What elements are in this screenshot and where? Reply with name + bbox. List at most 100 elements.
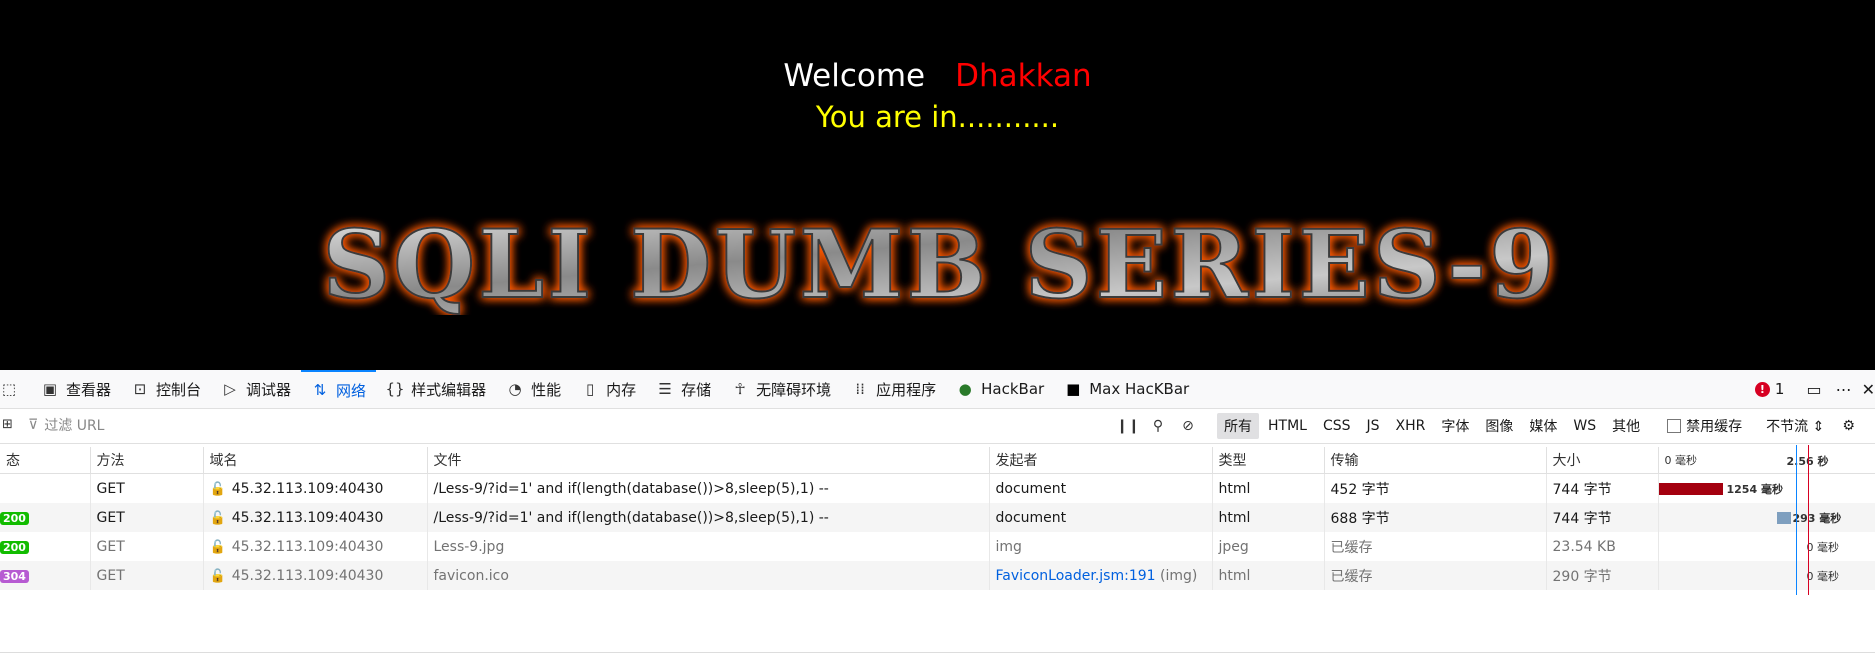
initiator-cell: FaviconLoader.jsm:191 (img) bbox=[989, 561, 1213, 590]
tab-console[interactable]: ⊡ 控制台 bbox=[121, 370, 211, 408]
status-badge: 304 bbox=[0, 569, 29, 583]
filter-fonts[interactable]: 字体 bbox=[1434, 413, 1476, 439]
filter-js[interactable]: JS bbox=[1360, 415, 1387, 437]
type-cell: html bbox=[1212, 561, 1325, 590]
filter-css[interactable]: CSS bbox=[1316, 415, 1358, 437]
waterfall-cell: 0 毫秒 bbox=[1658, 532, 1875, 561]
welcome-text: Welcome bbox=[783, 58, 926, 94]
checkbox-icon bbox=[1667, 419, 1682, 433]
col-size[interactable]: 大小 bbox=[1546, 447, 1659, 474]
error-count-badge[interactable]: ! 1 bbox=[1754, 380, 1784, 398]
tab-max-hackbar[interactable]: ■ Max HacKBar bbox=[1054, 370, 1199, 408]
tab-performance[interactable]: ◔ 性能 bbox=[496, 370, 571, 408]
status-bar-divider bbox=[0, 652, 1875, 653]
table-header: 态 方法 域名 文件 发起者 类型 传输 大小 0 毫秒 2.56 秒 bbox=[0, 447, 1875, 474]
tab-debugger[interactable]: ▷ 调试器 bbox=[211, 370, 301, 408]
timing-bar bbox=[1776, 512, 1791, 524]
domain-cell: 🔓 45.32.113.109:40430 bbox=[203, 532, 428, 561]
timing-label: 293 毫秒 bbox=[1792, 512, 1842, 525]
col-method[interactable]: 方法 bbox=[90, 447, 204, 474]
insecure-lock-icon: 🔓 bbox=[209, 481, 226, 497]
transfer-cell: 已缓存 bbox=[1324, 532, 1547, 561]
tab-memory[interactable]: ▯ 内存 bbox=[571, 370, 646, 408]
filter-icon: ⊽ bbox=[28, 417, 39, 433]
method-cell: GET bbox=[90, 503, 204, 532]
size-cell: 290 字节 bbox=[1546, 561, 1659, 590]
filter-other[interactable]: 其他 bbox=[1605, 413, 1647, 439]
file-cell: /Less-9/?id=1' and if(length(database())… bbox=[427, 473, 990, 503]
tab-accessibility[interactable]: ☥ 无障碍环境 bbox=[721, 370, 841, 408]
performance-icon: ◔ bbox=[508, 380, 522, 398]
filter-xhr[interactable]: XHR bbox=[1389, 415, 1433, 437]
timing-bar bbox=[1658, 483, 1723, 495]
search-icon[interactable]: ⚲ bbox=[1143, 418, 1173, 434]
filter-url-input[interactable]: ⊽ 过滤 URL bbox=[28, 415, 104, 435]
timing-label: 0 毫秒 bbox=[1806, 570, 1840, 583]
col-initiator[interactable]: 发起者 bbox=[989, 447, 1213, 474]
timing-label: 1254 毫秒 bbox=[1726, 483, 1783, 496]
tab-inspector[interactable]: ▣ 查看器 bbox=[31, 370, 121, 408]
file-cell: Less-9.jpg bbox=[427, 532, 990, 561]
initiator-link[interactable]: FaviconLoader.jsm:191 bbox=[996, 568, 1156, 584]
filter-media[interactable]: 媒体 bbox=[1522, 413, 1564, 439]
col-file[interactable]: 文件 bbox=[427, 447, 990, 474]
tab-storage[interactable]: ☰ 存储 bbox=[646, 370, 721, 408]
status-badge: 200 bbox=[0, 511, 29, 525]
tab-hackbar[interactable]: ● HackBar bbox=[946, 370, 1054, 408]
page-content: Welcome Dhakkan You are in........... SQL… bbox=[0, 0, 1875, 370]
col-waterfall[interactable]: 0 毫秒 2.56 秒 bbox=[1658, 447, 1875, 474]
initiator-cell: document bbox=[989, 503, 1213, 532]
clear-requests-icon[interactable]: ⊞ bbox=[2, 417, 13, 432]
memory-icon: ▯ bbox=[585, 380, 595, 398]
domain-cell: 🔓 45.32.113.109:40430 bbox=[203, 561, 428, 590]
tab-application[interactable]: ⁞⁞ 应用程序 bbox=[841, 370, 946, 408]
col-domain[interactable]: 域名 bbox=[203, 447, 428, 474]
waterfall-cell: 293 毫秒 bbox=[1658, 503, 1875, 532]
more-options-icon[interactable]: ⋯ bbox=[1836, 380, 1852, 399]
filter-all[interactable]: 所有 bbox=[1217, 413, 1259, 439]
domain-cell: 🔓 45.32.113.109:40430 bbox=[203, 473, 428, 503]
domain-cell: 🔓 45.32.113.109:40430 bbox=[203, 503, 428, 532]
username-text: Dhakkan bbox=[955, 58, 1092, 94]
tab-network[interactable]: ⇅ 网络 bbox=[301, 370, 377, 408]
waterfall-start-label: 0 毫秒 bbox=[1664, 454, 1698, 467]
table-row[interactable]: 304 GET 🔓 45.32.113.109:40430 favicon.ico… bbox=[0, 561, 1875, 590]
transfer-cell: 688 字节 bbox=[1324, 503, 1547, 532]
pause-icon[interactable]: ❙❙ bbox=[1113, 418, 1143, 434]
dom-content-loaded-marker bbox=[1796, 445, 1797, 595]
banner-text: SQLI DUMB SERIES-9 bbox=[322, 215, 1557, 315]
block-icon[interactable]: ⊘ bbox=[1173, 418, 1203, 434]
type-cell: html bbox=[1212, 503, 1325, 532]
filter-html[interactable]: HTML bbox=[1261, 415, 1314, 437]
method-cell: GET bbox=[90, 561, 204, 590]
method-cell: GET bbox=[90, 532, 204, 561]
throttle-select[interactable]: 不节流 ⇕ bbox=[1766, 416, 1824, 436]
waterfall-cell: 0 毫秒 bbox=[1658, 561, 1875, 590]
type-cell: jpeg bbox=[1212, 532, 1325, 561]
filter-ws[interactable]: WS bbox=[1566, 415, 1603, 437]
col-transfer[interactable]: 传输 bbox=[1324, 447, 1547, 474]
style-editor-icon: {} bbox=[385, 380, 405, 398]
dock-icon[interactable]: ▭ bbox=[1806, 380, 1821, 399]
type-cell: html bbox=[1212, 473, 1325, 503]
pick-element-icon[interactable]: ⬚ bbox=[0, 370, 31, 408]
initiator-cell: document bbox=[989, 473, 1213, 503]
tab-style-editor[interactable]: {} 样式编辑器 bbox=[376, 370, 496, 408]
close-icon[interactable]: ✕ bbox=[1862, 380, 1875, 399]
table-row[interactable]: GET 🔓 45.32.113.109:40430 /Less-9/?id=1' … bbox=[0, 473, 1875, 503]
table-row[interactable]: 200 GET 🔓 45.32.113.109:40430 /Less-9/?id… bbox=[0, 503, 1875, 532]
disable-cache-checkbox[interactable]: 禁用缓存 bbox=[1667, 416, 1742, 436]
filter-controls: ❙❙ ⚲ ⊘ 所有 HTML CSS JS XHR 字体 图像 媒体 WS 其他… bbox=[1113, 409, 1855, 443]
waterfall-cell: 1254 毫秒 bbox=[1658, 473, 1875, 503]
load-marker bbox=[1808, 445, 1809, 595]
settings-icon[interactable]: ⚙ bbox=[1842, 418, 1855, 434]
filter-images[interactable]: 图像 bbox=[1478, 413, 1520, 439]
initiator-cell: img bbox=[989, 532, 1213, 561]
status-cell: 200 bbox=[0, 532, 91, 561]
col-status[interactable]: 态 bbox=[0, 447, 91, 474]
storage-icon: ☰ bbox=[658, 380, 672, 398]
status-cell bbox=[0, 473, 91, 503]
network-filter-bar: ⊞ ⊽ 过滤 URL ❙❙ ⚲ ⊘ 所有 HTML CSS JS XHR 字体 … bbox=[0, 409, 1875, 444]
col-type[interactable]: 类型 bbox=[1212, 447, 1325, 474]
table-row[interactable]: 200 GET 🔓 45.32.113.109:40430 Less-9.jpg … bbox=[0, 532, 1875, 561]
